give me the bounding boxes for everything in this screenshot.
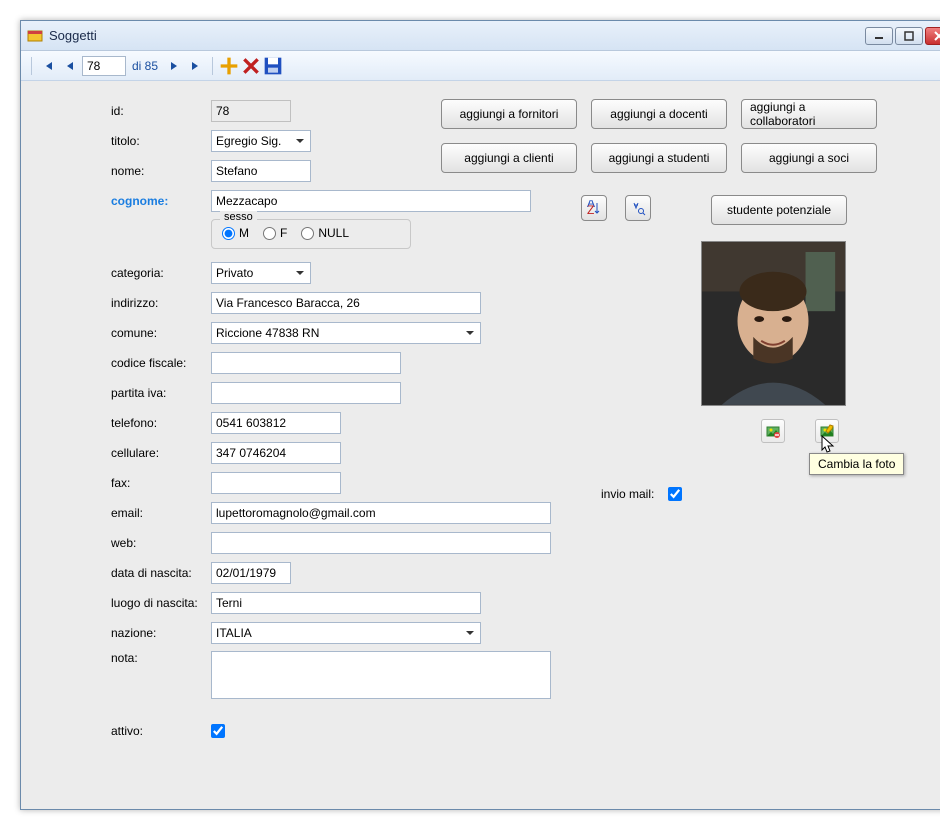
- invio-mail-row: invio mail:: [601, 487, 682, 501]
- id-field: [211, 100, 291, 122]
- attivo-checkbox[interactable]: [211, 724, 225, 738]
- comune-label: comune:: [111, 326, 211, 340]
- nav-first-button[interactable]: [38, 56, 58, 76]
- web-input[interactable]: [211, 532, 551, 554]
- invio-mail-checkbox[interactable]: [668, 487, 682, 501]
- nota-label: nota:: [111, 651, 211, 665]
- nav-prev-button[interactable]: [60, 56, 80, 76]
- sesso-f-radio[interactable]: F: [263, 226, 287, 240]
- nota-input[interactable]: [211, 651, 551, 699]
- photo-box: [701, 241, 846, 406]
- telefono-label: telefono:: [111, 416, 211, 430]
- cognome-input[interactable]: [211, 190, 531, 212]
- sort-az-button[interactable]: AZ: [581, 195, 607, 221]
- titolo-select[interactable]: Egregio Sig.: [211, 130, 311, 152]
- invio-mail-label: invio mail:: [601, 487, 654, 501]
- id-label: id:: [111, 104, 211, 118]
- nav-last-button[interactable]: [186, 56, 206, 76]
- cognome-label: cognome:: [111, 194, 211, 208]
- telefono-input[interactable]: [211, 412, 341, 434]
- add-docenti-button[interactable]: aggiungi a docenti: [591, 99, 727, 129]
- nome-label: nome:: [111, 164, 211, 178]
- change-photo-button[interactable]: [815, 419, 839, 443]
- sesso-m-radio[interactable]: M: [222, 226, 249, 240]
- nav-count-label: di 85: [128, 59, 162, 73]
- nav-position-input[interactable]: [82, 56, 126, 76]
- save-record-button[interactable]: [263, 56, 283, 76]
- luogo-nascita-input[interactable]: [211, 592, 481, 614]
- add-collaboratori-button[interactable]: aggiungi a collaboratori: [741, 99, 877, 129]
- partita-iva-input[interactable]: [211, 382, 401, 404]
- data-nascita-label: data di nascita:: [111, 566, 211, 580]
- attivo-label: attivo:: [111, 724, 211, 738]
- codice-fiscale-input[interactable]: [211, 352, 401, 374]
- record-navigator: di 85: [21, 51, 940, 81]
- categoria-select[interactable]: Privato: [211, 262, 311, 284]
- add-studenti-button[interactable]: aggiungi a studenti: [591, 143, 727, 173]
- nome-input[interactable]: [211, 160, 311, 182]
- sesso-group: sesso M F NULL: [211, 219, 411, 249]
- sort-buttons: AZ: [581, 195, 651, 221]
- sesso-legend: sesso: [220, 211, 257, 223]
- change-photo-tooltip: Cambia la foto: [809, 453, 904, 475]
- add-record-button[interactable]: [219, 56, 239, 76]
- indirizzo-label: indirizzo:: [111, 296, 211, 310]
- app-icon: [27, 28, 43, 44]
- sesso-null-radio[interactable]: NULL: [301, 226, 349, 240]
- close-button[interactable]: [925, 27, 940, 45]
- luogo-nascita-label: luogo di nascita:: [111, 596, 211, 610]
- nazione-label: nazione:: [111, 626, 211, 640]
- email-input[interactable]: [211, 502, 551, 524]
- add-to-group-buttons: aggiungi a fornitori aggiungi a docenti …: [441, 99, 877, 173]
- partita-iva-label: partita iva:: [111, 386, 211, 400]
- data-nascita-input[interactable]: [211, 562, 291, 584]
- categoria-label: categoria:: [111, 266, 211, 280]
- window: Soggetti di 85 aggiungi a fornitori aggi…: [20, 20, 940, 810]
- photo-tools: [761, 419, 839, 443]
- cellulare-label: cellulare:: [111, 446, 211, 460]
- codice-fiscale-label: codice fiscale:: [111, 356, 211, 370]
- studente-potenziale-button[interactable]: studente potenziale: [711, 195, 847, 225]
- svg-text:Z: Z: [587, 203, 594, 216]
- titolo-label: titolo:: [111, 134, 211, 148]
- add-clienti-button[interactable]: aggiungi a clienti: [441, 143, 577, 173]
- maximize-button[interactable]: [895, 27, 923, 45]
- delete-record-button[interactable]: [241, 56, 261, 76]
- indirizzo-input[interactable]: [211, 292, 481, 314]
- window-title: Soggetti: [49, 28, 865, 43]
- add-fornitori-button[interactable]: aggiungi a fornitori: [441, 99, 577, 129]
- web-label: web:: [111, 536, 211, 550]
- cellulare-input[interactable]: [211, 442, 341, 464]
- find-button[interactable]: [625, 195, 651, 221]
- comune-select[interactable]: Riccione 47838 RN: [211, 322, 481, 344]
- email-label: email:: [111, 506, 211, 520]
- nazione-select[interactable]: ITALIA: [211, 622, 481, 644]
- delete-photo-button[interactable]: [761, 419, 785, 443]
- titlebar: Soggetti: [21, 21, 940, 51]
- add-soci-button[interactable]: aggiungi a soci: [741, 143, 877, 173]
- form-body: aggiungi a fornitori aggiungi a docenti …: [21, 81, 940, 809]
- nav-next-button[interactable]: [164, 56, 184, 76]
- fax-input[interactable]: [211, 472, 341, 494]
- minimize-button[interactable]: [865, 27, 893, 45]
- window-controls: [865, 27, 940, 45]
- fax-label: fax:: [111, 476, 211, 490]
